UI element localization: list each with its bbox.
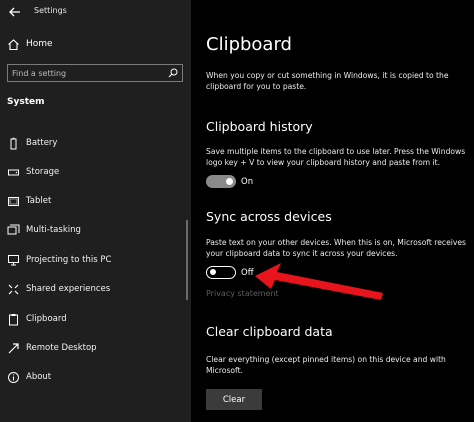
intro-text: When you copy or cut something in Window… (206, 71, 449, 91)
red-arrow-annotation (255, 263, 383, 300)
sidebar-item-about[interactable]: About (0, 367, 185, 389)
search-icon[interactable] (168, 68, 178, 78)
toggle-knob (226, 178, 233, 185)
sidebar-item-home[interactable]: Home (0, 34, 191, 56)
sidebar-item-label: Storage (26, 167, 60, 177)
sync-toggle[interactable] (206, 266, 236, 279)
clipboard-history-toggle[interactable] (206, 175, 236, 188)
clear-data-description: Clear everything (except pinned items) o… (206, 355, 446, 375)
battery-icon (10, 137, 17, 150)
sidebar-item-label: Remote Desktop (26, 343, 97, 353)
sidebar-item-shared-experiences[interactable]: Shared experiences (0, 279, 185, 301)
toggle-knob (210, 269, 216, 275)
sync-heading: Sync across devices (206, 209, 332, 224)
sidebar-item-tablet[interactable]: Tablet (0, 191, 185, 213)
tablet-icon (8, 197, 19, 206)
clear-button[interactable]: Clear (206, 389, 262, 410)
remote-desktop-icon (8, 343, 19, 354)
sidebar-item-label: About (26, 372, 52, 382)
sidebar-item-battery[interactable]: Battery (0, 133, 185, 155)
sidebar-item-clipboard[interactable]: Clipboard (0, 309, 185, 331)
info-icon (8, 372, 19, 383)
search-input[interactable] (12, 66, 162, 80)
clipboard-history-toggle-label: On (241, 177, 254, 187)
sync-toggle-label: Off (241, 268, 254, 278)
sidebar-item-label: Multi-tasking (26, 225, 81, 235)
section-heading: System (7, 97, 45, 107)
storage-icon (8, 169, 19, 176)
sidebar-item-label: Clipboard (26, 314, 67, 324)
sidebar-item-label: Home (26, 39, 53, 49)
projecting-icon (8, 255, 19, 266)
clear-data-heading: Clear clipboard data (206, 324, 333, 339)
clipboard-icon (9, 314, 18, 326)
sidebar-item-label: Projecting to this PC (26, 255, 112, 265)
main-content: Clipboard When you copy or cut something… (191, 0, 474, 422)
app-title: Settings (34, 6, 67, 15)
shared-experiences-icon (8, 284, 19, 295)
home-icon (8, 39, 19, 51)
sidebar: Settings Home System Battery Storage Tab… (0, 0, 191, 422)
page-title: Clipboard (206, 34, 292, 55)
sidebar-scrollbar[interactable] (186, 220, 188, 300)
sidebar-item-projecting[interactable]: Projecting to this PC (0, 250, 185, 272)
sidebar-item-remote-desktop[interactable]: Remote Desktop (0, 338, 185, 360)
title-bar: Settings (0, 0, 191, 24)
sidebar-item-label: Tablet (26, 196, 52, 206)
multitasking-icon (7, 224, 20, 235)
clipboard-history-heading: Clipboard history (206, 119, 313, 134)
back-arrow-icon[interactable] (8, 5, 22, 19)
sidebar-item-label: Battery (26, 138, 58, 148)
sidebar-item-multitasking[interactable]: Multi-tasking (0, 220, 185, 242)
clipboard-history-description: Save multiple items to the clipboard to … (206, 147, 466, 167)
sidebar-item-label: Shared experiences (26, 284, 111, 294)
search-box[interactable] (7, 64, 183, 82)
sync-description: Paste text on your other devices. When t… (206, 238, 466, 258)
sidebar-item-storage[interactable]: Storage (0, 162, 185, 184)
